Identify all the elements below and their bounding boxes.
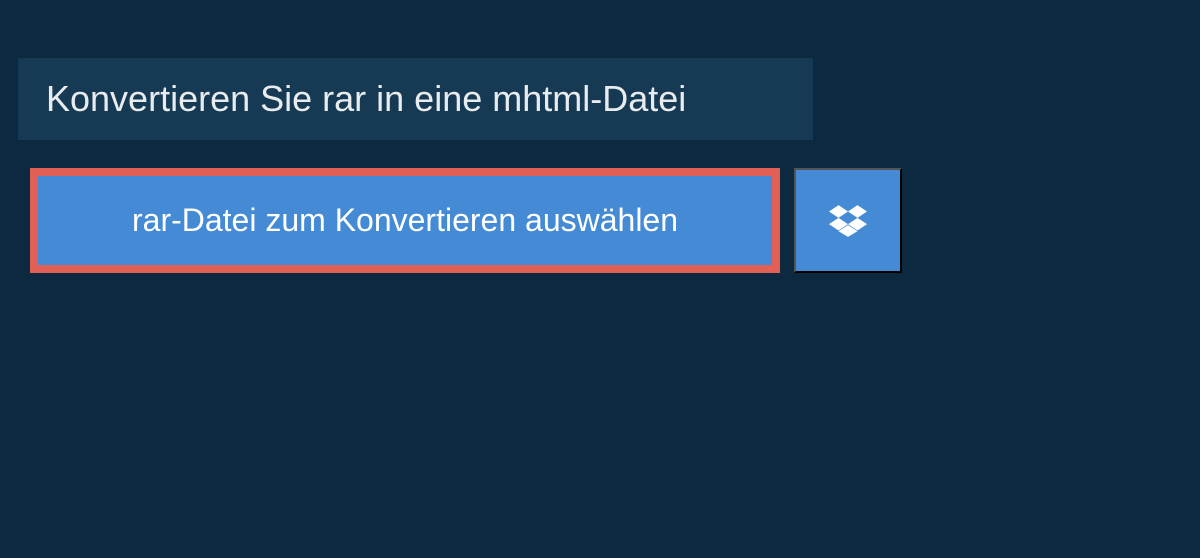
button-row: rar-Datei zum Konvertieren auswählen xyxy=(30,168,1200,273)
main-container: Konvertieren Sie rar in eine mhtml-Datei… xyxy=(0,58,1200,273)
header-bar: Konvertieren Sie rar in eine mhtml-Datei xyxy=(18,58,813,140)
dropbox-icon xyxy=(829,202,867,240)
page-title: Konvertieren Sie rar in eine mhtml-Datei xyxy=(46,78,785,120)
select-file-button[interactable]: rar-Datei zum Konvertieren auswählen xyxy=(30,168,780,273)
dropbox-button[interactable] xyxy=(794,168,902,273)
select-file-label: rar-Datei zum Konvertieren auswählen xyxy=(132,202,678,239)
